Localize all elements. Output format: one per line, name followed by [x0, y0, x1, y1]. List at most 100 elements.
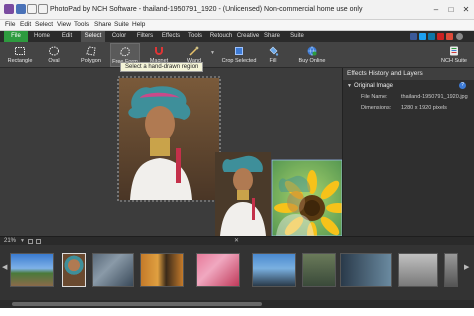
fill-tool[interactable]: Fill	[260, 43, 286, 67]
thumbnail-6[interactable]	[252, 253, 296, 287]
buy-online-button[interactable]: Buy Online	[296, 43, 328, 67]
thumbnail-3[interactable]	[92, 253, 134, 287]
magic-wand-icon	[189, 46, 199, 56]
globe-icon	[307, 46, 317, 56]
oval-tool[interactable]: Oval	[40, 43, 68, 67]
window-title: PhotoPad by NCH Software - thailand-1950…	[50, 6, 363, 13]
thumbnail-2[interactable]	[62, 253, 86, 287]
menu-file[interactable]: File	[5, 21, 15, 28]
tab-tools[interactable]: Tools	[185, 31, 205, 42]
tab-share[interactable]: Share	[262, 31, 282, 42]
thumbnail-7[interactable]	[302, 253, 336, 287]
scrollbar-thumb[interactable]	[12, 302, 262, 306]
facebook-icon[interactable]	[410, 33, 417, 40]
dimensions-label: Dimensions:	[361, 105, 392, 111]
tab-retouch[interactable]: Retouch	[208, 31, 234, 42]
polygon-tool[interactable]: Polygon	[76, 43, 106, 67]
thumbnail-9[interactable]	[398, 253, 438, 287]
maximize-button[interactable]: □	[445, 4, 457, 15]
google-plus-icon[interactable]	[446, 33, 453, 40]
undo-icon[interactable]	[27, 4, 37, 14]
menu-view[interactable]: View	[57, 21, 71, 28]
filmstrip-next-icon[interactable]: ▶	[464, 263, 469, 271]
file-name-label: File Name:	[361, 94, 388, 100]
paint-bucket-icon	[269, 46, 279, 56]
tab-home[interactable]: Home	[30, 31, 54, 42]
tab-color[interactable]: Color	[108, 31, 130, 42]
title-bar: PhotoPad by NCH Software - thailand-1950…	[0, 0, 474, 20]
image-filmstrip: ◀ ▶	[0, 245, 474, 300]
oval-select-icon	[49, 46, 59, 56]
dimensions-value: 1280 x 1920 pixels	[401, 105, 447, 111]
file-name-value: thailand-1950791_1920.jpg	[401, 94, 468, 100]
polygon-tool-label: Polygon	[81, 58, 101, 64]
tab-suite[interactable]: Suite	[287, 31, 307, 42]
fill-tool-label: Fill	[269, 58, 277, 64]
menu-tools[interactable]: Tools	[74, 21, 89, 28]
free-form-select-icon	[120, 47, 130, 57]
menu-suite[interactable]: Suite	[114, 21, 129, 28]
youtube-icon[interactable]	[437, 33, 444, 40]
thumbnail-4[interactable]	[140, 253, 184, 287]
crop-icon	[235, 47, 243, 55]
zoom-bar: 21% ▼ ✕	[0, 236, 474, 245]
canvas-content	[117, 76, 342, 236]
rectangle-select-icon	[15, 47, 25, 55]
rectangle-tool[interactable]: Rectangle	[4, 43, 36, 67]
portrait-photo-large[interactable]	[119, 78, 219, 200]
menu-bar: File Edit Select View Tools Share Suite …	[0, 20, 474, 31]
sunflower-layer[interactable]	[271, 159, 342, 236]
filmstrip-close-icon[interactable]: ✕	[234, 237, 239, 244]
linkedin-icon[interactable]	[428, 33, 435, 40]
oval-tool-label: Oval	[48, 58, 60, 64]
twitter-icon[interactable]	[419, 33, 426, 40]
effects-history-panel: Effects History and Layers ▼ Original Im…	[342, 68, 474, 236]
tab-edit[interactable]: Edit	[56, 31, 78, 42]
nch-suite-label: NCH Suite	[441, 58, 467, 64]
panel-title: Effects History and Layers	[343, 68, 474, 80]
magnet-icon	[155, 47, 163, 55]
buy-online-label: Buy Online	[298, 58, 326, 64]
tab-filters[interactable]: Filters	[133, 31, 157, 42]
history-item-original-image[interactable]: ▼ Original Image	[343, 81, 474, 91]
portrait-photo-small[interactable]	[215, 152, 271, 236]
rectangle-tool-label: Rectangle	[7, 58, 33, 64]
menu-select[interactable]: Select	[35, 21, 53, 28]
redo-icon[interactable]	[38, 4, 48, 14]
window-bottom-edge	[0, 308, 474, 316]
thumbnail-8[interactable]	[340, 253, 392, 287]
history-item-label: Original Image	[354, 83, 394, 89]
thumbnail-1[interactable]	[10, 253, 54, 287]
filmstrip-scrollbar[interactable]	[0, 300, 474, 308]
help-menu-icon[interactable]	[456, 33, 463, 40]
thumbnail-5[interactable]	[196, 253, 240, 287]
collapse-arrow-icon[interactable]: ▼	[347, 81, 352, 91]
nch-suite-button[interactable]: NCH Suite	[438, 43, 470, 67]
filmstrip-prev-icon[interactable]: ◀	[2, 263, 7, 271]
close-button[interactable]: ✕	[460, 4, 472, 15]
crop-selected-tool[interactable]: Crop Selected	[220, 43, 258, 67]
app-icon	[4, 4, 14, 14]
zoom-dropdown-caret[interactable]: ▼	[20, 238, 25, 244]
zoom-out-icon[interactable]	[36, 239, 41, 244]
save-icon[interactable]	[16, 4, 26, 14]
menu-help[interactable]: Help	[132, 21, 145, 28]
free-form-tooltip: Select a hand-drawn region	[120, 62, 204, 72]
nch-suite-icon	[450, 46, 458, 56]
crop-selected-tool-label: Crop Selected	[221, 58, 257, 64]
tab-creative[interactable]: Creative	[235, 31, 261, 42]
polygon-select-icon	[86, 46, 96, 56]
thumbnail-10[interactable]	[444, 253, 458, 287]
tab-select[interactable]: Select	[81, 31, 105, 42]
minimize-button[interactable]: –	[430, 4, 442, 15]
image-canvas[interactable]	[0, 68, 342, 236]
tab-file[interactable]: File	[4, 31, 28, 42]
zoom-level[interactable]: 21%	[4, 238, 16, 244]
menu-share[interactable]: Share	[94, 21, 111, 28]
tab-effects[interactable]: Effects	[159, 31, 183, 42]
wand-dropdown-caret[interactable]: ▼	[210, 50, 215, 56]
photopad-window: PhotoPad by NCH Software - thailand-1950…	[0, 0, 474, 316]
zoom-in-icon[interactable]	[28, 239, 33, 244]
menu-edit[interactable]: Edit	[20, 21, 31, 28]
history-help-icon[interactable]: ?	[459, 82, 466, 89]
